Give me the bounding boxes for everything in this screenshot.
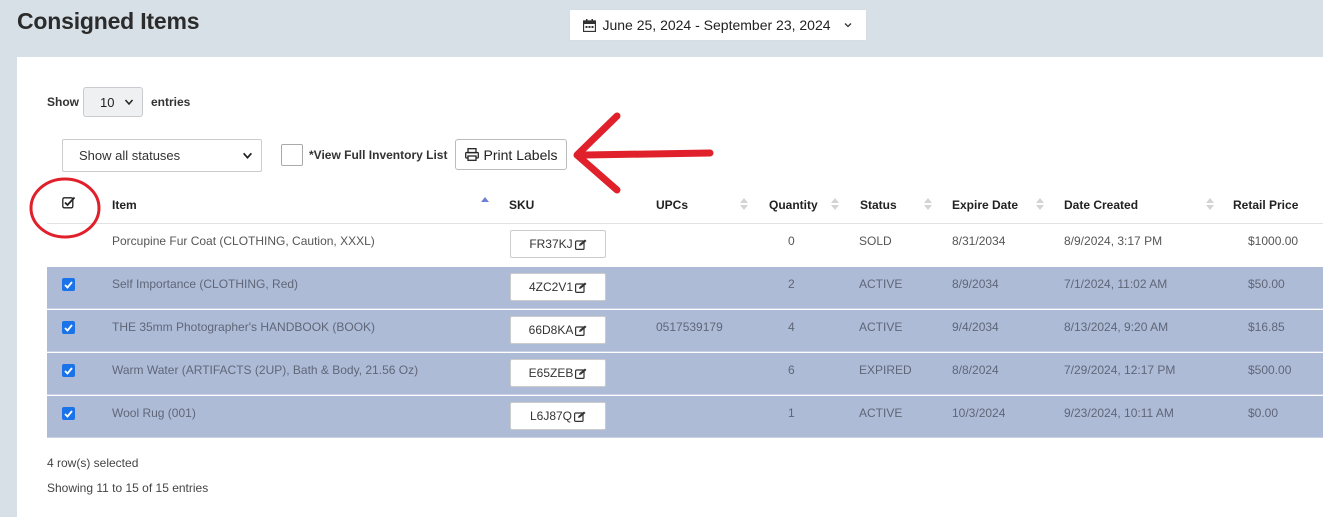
- sku-field[interactable]: 4ZC2V1: [510, 273, 606, 301]
- table-row[interactable]: Warm Water (ARTIFACTS (2UP), Bath & Body…: [47, 353, 1323, 395]
- table-row[interactable]: Self Importance (CLOTHING, Red) 4ZC2V1 2…: [47, 267, 1323, 309]
- sort-icon[interactable]: [1206, 197, 1214, 211]
- full-inventory-checkbox[interactable]: [281, 144, 303, 166]
- quantity-value: 6: [788, 363, 795, 377]
- col-header-retail-price[interactable]: Retail Price: [1233, 198, 1298, 212]
- quantity-value: 2: [788, 277, 795, 291]
- col-header-status[interactable]: Status: [860, 198, 897, 212]
- table-row[interactable]: Porcupine Fur Coat (CLOTHING, Caution, X…: [47, 224, 1323, 266]
- status-value: EXPIRED: [859, 363, 912, 377]
- sku-value: 4ZC2V1: [528, 280, 574, 294]
- status-value: ACTIVE: [859, 277, 903, 291]
- print-labels-button[interactable]: Print Labels: [455, 139, 567, 170]
- retail-price-value: $1000.00: [1248, 234, 1299, 248]
- sku-field[interactable]: FR37KJ: [510, 230, 606, 258]
- chevron-down-icon: [124, 99, 134, 106]
- show-label: Show: [47, 95, 79, 109]
- edit-icon: [575, 325, 587, 336]
- col-header-expire-date[interactable]: Expire Date: [952, 198, 1018, 212]
- entries-value: 10: [100, 94, 115, 110]
- sku-value: FR37KJ: [529, 237, 573, 251]
- show-entries: Show 10 entries: [47, 87, 190, 117]
- upc-value: 0517539179: [656, 320, 723, 334]
- quantity-value: 1: [788, 406, 795, 420]
- date-range-picker[interactable]: June 25, 2024 - September 23, 2024: [569, 9, 867, 41]
- expire-date-value: 9/4/2034: [952, 320, 999, 334]
- edit-icon: [575, 368, 587, 379]
- rows-selected-info: 4 row(s) selected: [47, 456, 139, 470]
- check-icon: [64, 323, 73, 332]
- col-header-date-created[interactable]: Date Created: [1064, 198, 1138, 212]
- check-icon: [64, 366, 73, 375]
- check-icon: [64, 280, 73, 289]
- sku-field[interactable]: L6J87Q: [510, 402, 606, 430]
- retail-price-value: $500.00: [1248, 363, 1292, 377]
- expire-date-value: 8/31/2034: [952, 234, 1006, 248]
- date-created-value: 9/23/2024, 10:11 AM: [1064, 406, 1174, 420]
- item-name: Warm Water (ARTIFACTS (2UP), Bath & Body…: [112, 363, 419, 377]
- status-filter-select[interactable]: Show all statuses: [62, 139, 262, 172]
- status-value: SOLD: [859, 234, 892, 248]
- status-value: ACTIVE: [859, 320, 903, 334]
- print-labels-label: Print Labels: [483, 146, 558, 163]
- col-header-quantity[interactable]: Quantity: [769, 198, 818, 212]
- date-created-value: 7/1/2024, 11:02 AM: [1064, 277, 1168, 291]
- expire-date-value: 8/8/2024: [952, 363, 999, 377]
- quantity-value: 0: [788, 234, 795, 248]
- status-filter-value: Show all statuses: [79, 148, 181, 163]
- sort-icon[interactable]: [740, 197, 748, 211]
- table-row[interactable]: Wool Rug (001) L6J87Q 1 ACTIVE 10/3/2024…: [47, 396, 1323, 438]
- page-title: Consigned Items: [17, 8, 200, 34]
- chevron-down-icon: [844, 23, 851, 28]
- sku-field[interactable]: E65ZEB: [510, 359, 606, 387]
- check-icon: [64, 409, 73, 418]
- date-range-label: June 25, 2024 - September 23, 2024: [602, 17, 831, 33]
- retail-price-value: $0.00: [1248, 406, 1279, 420]
- chevron-down-icon: [242, 152, 253, 160]
- row-checkbox[interactable]: [62, 278, 75, 291]
- expire-date-value: 8/9/2034: [952, 277, 999, 291]
- sort-asc-icon[interactable]: [481, 197, 489, 207]
- expire-date-value: 10/3/2024: [952, 406, 1006, 420]
- sku-value: E65ZEB: [528, 366, 574, 380]
- col-header-item[interactable]: Item: [112, 198, 137, 212]
- date-created-value: 8/13/2024, 9:20 AM: [1064, 320, 1169, 334]
- pagination-info: Showing 11 to 15 of 15 entries: [47, 481, 209, 495]
- sku-value: 66D8KA: [528, 323, 574, 337]
- item-name: Wool Rug (001): [112, 406, 196, 420]
- entries-label: entries: [151, 95, 191, 109]
- entries-per-page-select[interactable]: 10: [83, 87, 143, 117]
- edit-icon: [574, 411, 586, 422]
- select-all-checkbox[interactable]: [62, 196, 76, 210]
- status-value: ACTIVE: [859, 406, 903, 420]
- sort-icon[interactable]: [1036, 197, 1044, 211]
- row-checkbox[interactable]: [62, 364, 75, 377]
- item-name: Self Importance (CLOTHING, Red): [112, 277, 299, 291]
- col-header-upcs[interactable]: UPCs: [656, 198, 688, 212]
- edit-icon: [575, 282, 587, 293]
- retail-price-value: $50.00: [1248, 277, 1285, 291]
- sort-icon[interactable]: [831, 197, 839, 211]
- retail-price-value: $16.85: [1248, 320, 1285, 334]
- col-header-sku[interactable]: SKU: [509, 198, 534, 212]
- edit-icon: [574, 239, 587, 250]
- quantity-value: 4: [788, 320, 795, 334]
- item-name: Porcupine Fur Coat (CLOTHING, Caution, X…: [112, 234, 375, 248]
- printer-icon: [464, 148, 479, 161]
- table-row[interactable]: THE 35mm Photographer's HANDBOOK (BOOK) …: [47, 310, 1323, 352]
- date-created-value: 8/9/2024, 3:17 PM: [1064, 234, 1163, 248]
- sku-field[interactable]: 66D8KA: [510, 316, 606, 344]
- row-checkbox[interactable]: [62, 407, 75, 420]
- row-checkbox[interactable]: [62, 321, 75, 334]
- calendar-icon: [583, 18, 597, 32]
- sort-icon[interactable]: [924, 197, 932, 211]
- full-inventory-label: *View Full Inventory List: [309, 148, 448, 162]
- sku-value: L6J87Q: [529, 409, 573, 423]
- item-name: THE 35mm Photographer's HANDBOOK (BOOK): [112, 320, 376, 334]
- date-created-value: 7/29/2024, 12:17 PM: [1064, 363, 1176, 377]
